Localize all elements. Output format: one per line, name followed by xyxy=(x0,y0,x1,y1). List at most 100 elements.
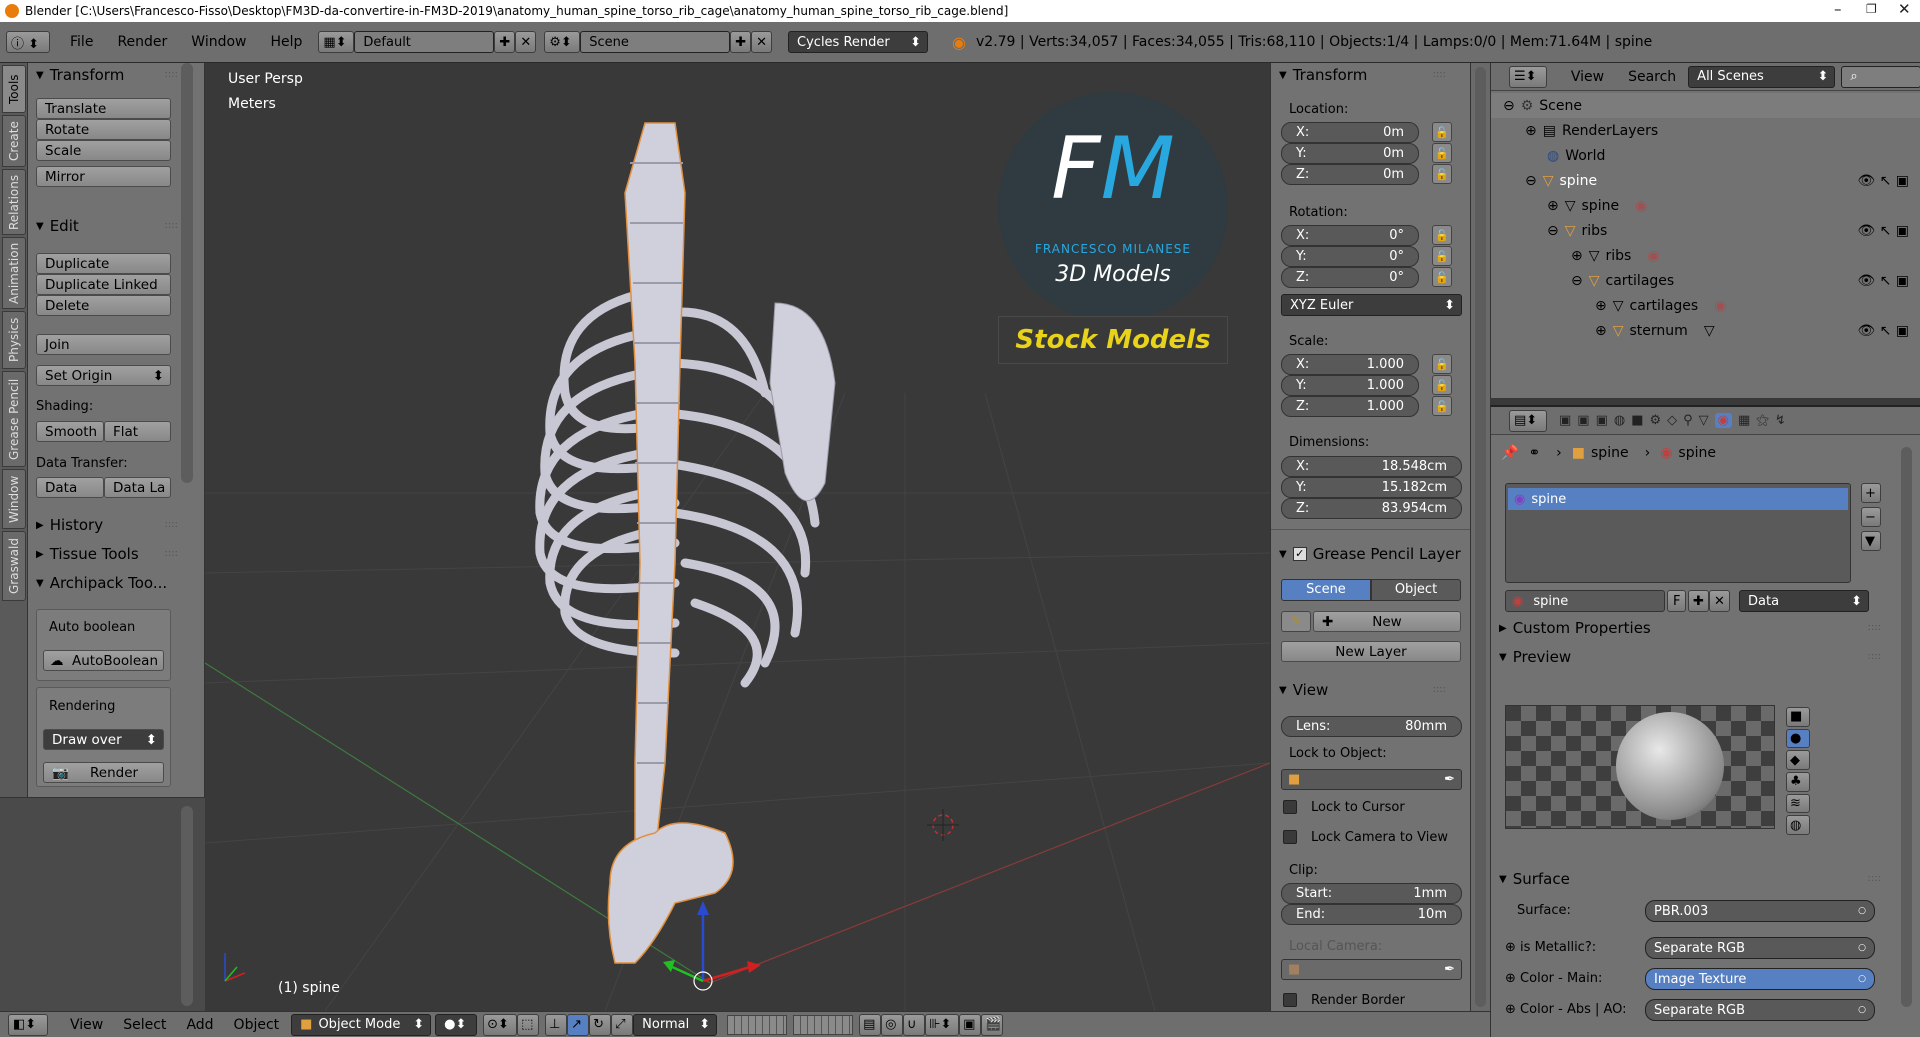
menu-render[interactable]: Render xyxy=(105,34,179,50)
layer-buttons-right[interactable] xyxy=(793,1014,854,1035)
scale-button[interactable]: Scale xyxy=(36,140,171,161)
gp-new-layer-button[interactable]: New Layer xyxy=(1281,641,1461,662)
color-abs-node-field[interactable]: Separate RGB ○ xyxy=(1645,999,1875,1021)
pin-icon[interactable]: 📌 xyxy=(1501,445,1518,461)
view-panel-header[interactable]: ▼ View:::: xyxy=(1271,678,1456,702)
lock-icon[interactable]: 🔓 xyxy=(1432,143,1452,163)
lock-icon[interactable]: 🔓 xyxy=(1432,396,1452,416)
add-slot-button[interactable]: + xyxy=(1861,483,1881,503)
pivot-point-button[interactable]: ⊙⬍ xyxy=(483,1013,518,1036)
add-scene-button[interactable]: ✚ xyxy=(730,31,752,53)
history-panel-header[interactable]: ▶ History:::: xyxy=(28,513,188,537)
location-y-field[interactable]: Y: 0m xyxy=(1281,143,1419,164)
visibility-icons[interactable]: 👁 ↖ ▣ xyxy=(1857,273,1909,289)
lock-icon[interactable]: 🔓 xyxy=(1432,225,1452,245)
checkbox-checked-icon[interactable]: ✓ xyxy=(1292,547,1307,561)
outliner-row-cartilages-mesh[interactable]: ⊕ ▽ cartilages ◉ xyxy=(1491,293,1920,318)
custom-properties-header[interactable]: ▶ Custom Properties:::: xyxy=(1491,616,1891,640)
operator-scrollbar[interactable] xyxy=(181,806,193,1006)
3d-viewport[interactable]: User Persp Meters (1) spine FM FRANCESCO… xyxy=(205,63,1270,1011)
dimension-y-field[interactable]: Y: 15.182cm xyxy=(1281,477,1462,498)
snap-toggle-button[interactable]: ∪ xyxy=(903,1013,926,1036)
slot-specials-button[interactable]: ▼ xyxy=(1861,531,1881,551)
lock-camera-checkbox[interactable] xyxy=(1283,830,1297,844)
lock-to-cursor-checkbox[interactable] xyxy=(1283,800,1297,814)
surface-node-field[interactable]: PBR.003 ○ xyxy=(1645,900,1875,922)
rotation-mode-dropdown[interactable]: XYZ Euler ⬍ xyxy=(1281,294,1462,316)
scene-icon-button[interactable]: ⚙⬍ xyxy=(544,31,581,53)
data-layers-button[interactable]: Data La xyxy=(104,477,171,498)
expand-icon[interactable]: ⊕ xyxy=(1505,1002,1516,1017)
outliner-editor-type-button[interactable]: ☰⬍ xyxy=(1509,65,1547,88)
npanel-transform-header[interactable]: ▼ Transform:::: xyxy=(1271,63,1456,87)
rotate-manipulator-button[interactable]: ↻ xyxy=(589,1013,612,1036)
add-layout-button[interactable]: ✚ xyxy=(494,31,516,53)
tab-create[interactable]: Create xyxy=(2,115,26,167)
fake-user-button[interactable]: F xyxy=(1667,590,1687,612)
transform-orientation-dropdown[interactable]: Normal ⬍ xyxy=(633,1013,718,1036)
manipulate-center-button[interactable]: ⬚ xyxy=(517,1013,540,1036)
expand-icon[interactable]: ⊕ xyxy=(1505,971,1516,986)
outliner-row-renderlayers[interactable]: ⊕ ▤ RenderLayers xyxy=(1491,118,1920,143)
toolshelf-scrollbar[interactable] xyxy=(181,63,193,483)
edit-panel-header[interactable]: ▼ Edit:::: xyxy=(28,214,188,238)
transform-manipulator[interactable] xyxy=(663,901,761,991)
editor-type-info-button[interactable]: ⓘ ⬍ xyxy=(6,31,50,53)
archipack-panel-header[interactable]: ▼ Archipack Too... xyxy=(28,571,188,595)
outliner-row-spine-mesh[interactable]: ⊕ ▽ spine ◉ xyxy=(1491,193,1920,218)
minimize-button[interactable]: – xyxy=(1834,0,1842,18)
material-name-field[interactable]: ◉ spine xyxy=(1505,590,1665,612)
menu-object[interactable]: Object xyxy=(224,1017,290,1033)
outliner-row-ribs-object[interactable]: ⊖ ▽ ribs 👁 ↖ ▣ xyxy=(1491,218,1920,243)
opengl-render-button[interactable]: ▣ xyxy=(959,1013,982,1036)
menu-file[interactable]: File xyxy=(58,34,105,50)
gp-scene-tab[interactable]: Scene xyxy=(1281,579,1371,601)
preview-flat-button[interactable]: ■ xyxy=(1786,707,1810,727)
properties-editor-type-button[interactable]: ▤⬍ xyxy=(1509,409,1547,432)
lock-icon[interactable]: 🔓 xyxy=(1432,246,1452,266)
new-material-button[interactable]: ✚ xyxy=(1688,590,1709,612)
lock-layers-button[interactable]: ▤ xyxy=(859,1013,882,1036)
lock-icon[interactable]: 🔓 xyxy=(1432,164,1452,184)
viewport-shading-dropdown[interactable]: ●⬍ xyxy=(435,1013,478,1036)
render-border-checkbox[interactable] xyxy=(1283,993,1297,1007)
color-main-node-field[interactable]: Image Texture ○ xyxy=(1645,968,1875,990)
rotation-x-field[interactable]: X: 0° xyxy=(1281,225,1419,246)
menu-view[interactable]: View xyxy=(60,1017,113,1033)
preview-world-button[interactable]: ◍ xyxy=(1786,815,1810,836)
outliner-row-ribs-mesh[interactable]: ⊕ ▽ ribs ◉ xyxy=(1491,243,1920,268)
close-button[interactable]: ✕ xyxy=(1898,0,1911,18)
metallic-node-field[interactable]: Separate RGB ○ xyxy=(1645,937,1875,959)
duplicate-button[interactable]: Duplicate xyxy=(36,253,171,274)
autoboolean-button[interactable]: ☁ AutoBoolean xyxy=(43,650,164,671)
lock-icon[interactable]: 🔓 xyxy=(1432,267,1452,287)
opengl-render-anim-button[interactable]: 🎬 xyxy=(981,1013,1004,1036)
layer-buttons-left[interactable] xyxy=(727,1014,788,1035)
gp-new-button[interactable]: ✚ New xyxy=(1313,611,1461,632)
pencil-icon[interactable]: ✎ xyxy=(1281,611,1311,632)
tab-tools[interactable]: Tools xyxy=(2,65,26,113)
restore-button[interactable]: ❐ xyxy=(1866,2,1877,16)
outliner-row-scene[interactable]: ⊖ ⚙ Scene xyxy=(1491,93,1920,118)
surface-header[interactable]: ▼ Surface:::: xyxy=(1491,867,1891,891)
outliner-row-spine-object[interactable]: ⊖ ▽ spine 👁 ↖ ▣ xyxy=(1491,168,1920,193)
expand-icon[interactable]: ⊕ xyxy=(1505,940,1516,955)
visibility-icons[interactable]: 👁 ↖ ▣ xyxy=(1857,173,1909,189)
snap-element-button[interactable]: ⊪⬍ xyxy=(925,1013,960,1036)
preview-hair-button[interactable]: ≋ xyxy=(1786,793,1810,814)
material-slot-item[interactable]: ◉ spine xyxy=(1508,488,1848,510)
outliner-row-sternum-object[interactable]: ⊕ ▽ sternum ▽ 👁 ↖ ▣ xyxy=(1491,318,1920,343)
more-tabs-icons[interactable]: ▦⚝↯ xyxy=(1738,413,1792,428)
translate-manipulator-button[interactable]: ↗ xyxy=(567,1013,590,1036)
menu-add[interactable]: Add xyxy=(176,1017,223,1033)
set-origin-dropdown[interactable]: Set Origin ⬍ xyxy=(36,365,171,386)
context-tabs-icons[interactable]: ▣▣▣◍■⚙◇⚲▽ xyxy=(1559,413,1715,428)
preview-cube-button[interactable]: ◆ xyxy=(1786,750,1810,771)
draw-over-dropdown[interactable]: Draw over ⬍ xyxy=(43,729,164,750)
screen-layout-field[interactable]: Default xyxy=(354,31,495,53)
lock-icon[interactable]: 🔓 xyxy=(1432,375,1452,395)
outliner-search-field[interactable]: ⌕ xyxy=(1841,65,1920,88)
tab-grease-pencil[interactable]: Grease Pencil xyxy=(2,371,26,467)
duplicate-linked-button[interactable]: Duplicate Linked xyxy=(36,274,171,295)
translate-button[interactable]: Translate xyxy=(36,98,171,119)
